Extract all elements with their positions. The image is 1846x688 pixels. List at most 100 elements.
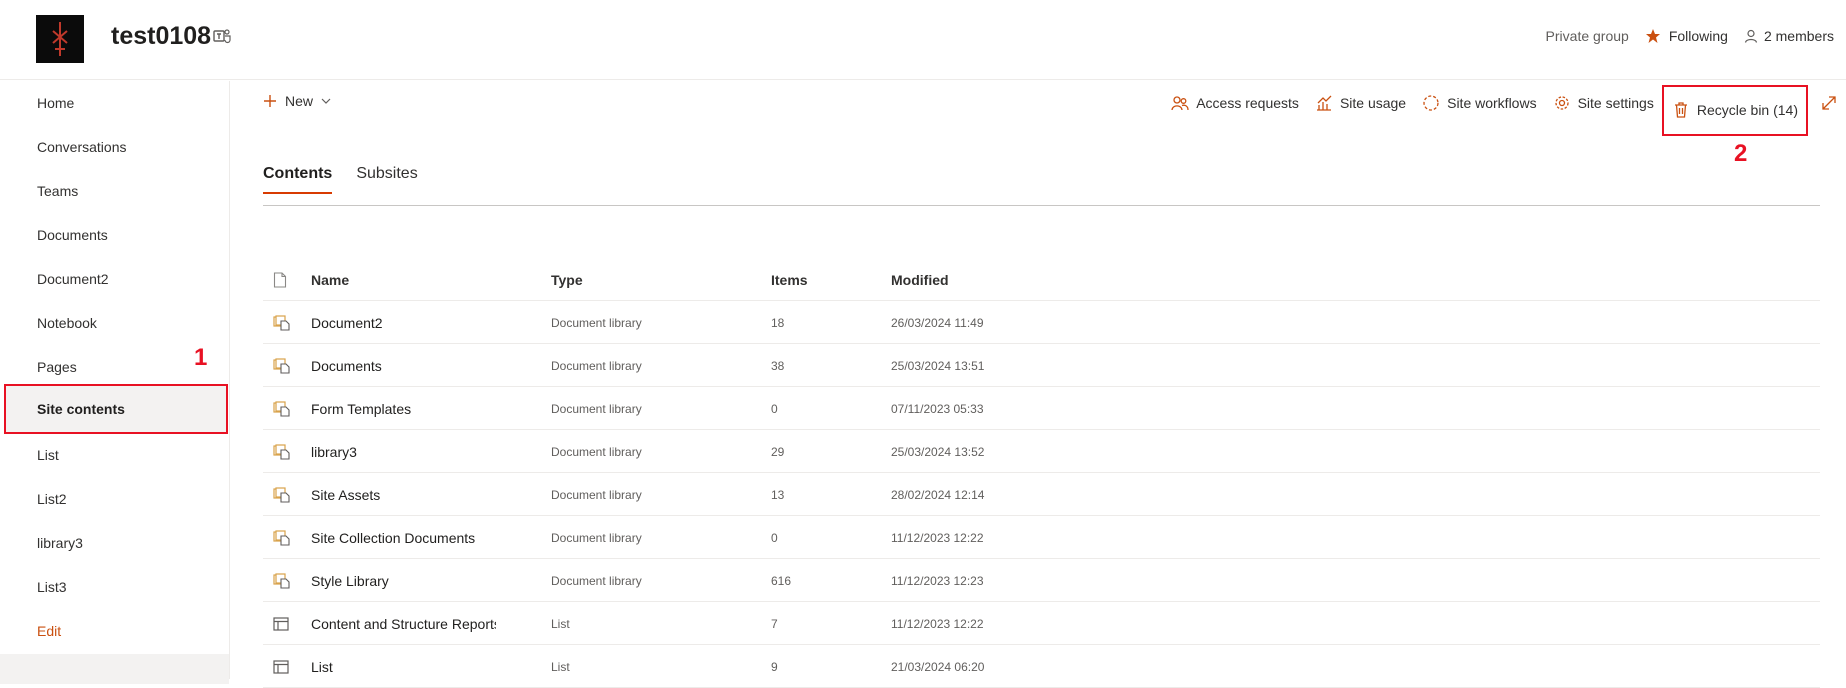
- row-name-link[interactable]: Form Templates: [311, 387, 496, 430]
- row-modified: 21/03/2024 06:20: [891, 659, 985, 674]
- row-name-link[interactable]: Site Collection Documents: [311, 516, 496, 559]
- table-row[interactable]: Documents Document library 38 25/03/2024 13…: [263, 344, 1820, 387]
- row-modified: 11/12/2023 12:22: [891, 616, 984, 631]
- expand-icon: [1822, 96, 1836, 110]
- chart-icon: [1316, 95, 1332, 111]
- row-modified: 07/11/2023 05:33: [891, 401, 984, 416]
- command-bar: New Access requests Site usage Site work…: [231, 81, 1846, 136]
- nav-item-library3[interactable]: library3: [4, 521, 228, 565]
- site-usage-button[interactable]: Site usage: [1315, 81, 1406, 125]
- table-row[interactable]: List List 9 21/03/2024 06:20: [263, 645, 1820, 688]
- person-icon: [1744, 29, 1758, 43]
- row-items: 616: [771, 573, 792, 588]
- table-row[interactable]: Style Library Document library 616 11/12/20…: [263, 559, 1820, 602]
- row-items: 9: [771, 659, 778, 674]
- table-row[interactable]: library3 Document library 29 25/03/2024 13:…: [263, 430, 1820, 473]
- tab-subsites[interactable]: Subsites: [356, 165, 417, 194]
- row-type: Document library: [551, 487, 642, 502]
- library-icon: [273, 430, 293, 473]
- table-header: Name Type Items Modified: [263, 258, 1820, 301]
- row-modified: 28/02/2024 12:14: [891, 487, 985, 502]
- row-name-link[interactable]: Document2: [311, 301, 496, 344]
- row-name-link[interactable]: Site Assets: [311, 473, 496, 516]
- star-icon: [1645, 29, 1660, 43]
- row-type: Document library: [551, 573, 642, 588]
- recycle-bin-label: Recycle bin (14): [1696, 102, 1798, 118]
- left-navigation: Home Conversations Teams Documents Docum…: [0, 81, 230, 684]
- members-label: 2 members: [1763, 28, 1834, 44]
- row-items: 38: [771, 358, 785, 373]
- nav-item-teams[interactable]: Teams: [4, 169, 228, 213]
- nav-item-conversations[interactable]: Conversations: [4, 125, 228, 169]
- nav-item-list2[interactable]: List2: [4, 477, 228, 521]
- site-usage-label: Site usage: [1339, 95, 1407, 111]
- row-items: 29: [771, 444, 785, 459]
- expand-button[interactable]: [1820, 81, 1838, 125]
- library-icon: [273, 559, 293, 602]
- row-type: Document library: [551, 530, 642, 545]
- privacy-label: Private group: [1545, 28, 1629, 44]
- gear-icon: [1554, 96, 1569, 110]
- site-title[interactable]: test0108: [111, 22, 211, 51]
- library-icon: [273, 387, 293, 430]
- row-modified: 25/03/2024 13:52: [891, 444, 985, 459]
- site-workflows-label: Site workflows: [1447, 95, 1537, 111]
- row-type: Document library: [551, 444, 642, 459]
- members-button[interactable]: 2 members: [1744, 28, 1834, 44]
- nav-item-home[interactable]: Home: [4, 81, 228, 125]
- row-type: List: [551, 659, 570, 674]
- row-type: Document library: [551, 315, 642, 330]
- access-requests-button[interactable]: Access requests: [1171, 81, 1299, 125]
- row-items: 7: [771, 616, 778, 631]
- nav-item-documents[interactable]: Documents: [4, 213, 228, 257]
- row-items: 0: [771, 530, 778, 545]
- row-modified: 25/03/2024 13:51: [891, 358, 985, 373]
- table-row[interactable]: Content and Structure Reports List 7 11/12/…: [263, 602, 1820, 645]
- following-button[interactable]: Following: [1645, 28, 1728, 44]
- site-settings-button[interactable]: Site settings: [1553, 81, 1654, 125]
- tabs-divider: [263, 205, 1820, 206]
- library-icon: [273, 473, 293, 516]
- row-items: 18: [771, 315, 785, 330]
- row-type: Document library: [551, 358, 642, 373]
- row-name-link[interactable]: Style Library: [311, 559, 496, 602]
- new-label: New: [285, 93, 314, 109]
- row-name-link[interactable]: List: [311, 645, 496, 688]
- header-items[interactable]: Items: [771, 258, 871, 301]
- teams-icon[interactable]: [213, 28, 231, 44]
- table-row[interactable]: Document2 Document library 18 26/03/2024 11…: [263, 301, 1820, 344]
- header-type[interactable]: Type: [551, 258, 751, 301]
- nav-item-site-contents[interactable]: Site contents: [4, 384, 228, 434]
- nav-item-notebook[interactable]: Notebook: [4, 301, 228, 345]
- nav-footer: [0, 654, 229, 684]
- row-name-link[interactable]: Content and Structure Reports: [311, 602, 496, 645]
- document-icon: [273, 271, 287, 288]
- site-logo[interactable]: [36, 15, 84, 63]
- nav-item-list3[interactable]: List3: [4, 565, 228, 609]
- workflow-icon: [1423, 95, 1439, 111]
- header-file-type-column[interactable]: [273, 258, 293, 301]
- table-row[interactable]: Site Collection Documents Document librar…: [263, 516, 1820, 559]
- nav-item-list[interactable]: List: [4, 433, 228, 477]
- access-requests-label: Access requests: [1196, 95, 1299, 111]
- tab-contents[interactable]: Contents: [263, 165, 333, 194]
- header-name[interactable]: Name: [311, 258, 496, 301]
- row-modified: 11/12/2023 12:22: [891, 530, 984, 545]
- following-label: Following: [1668, 28, 1728, 44]
- table-row[interactable]: Site Assets Document library 13 28/02/2024 …: [263, 473, 1820, 516]
- list-icon: [273, 602, 293, 645]
- plus-icon: [264, 95, 276, 107]
- site-workflows-button[interactable]: Site workflows: [1422, 81, 1537, 125]
- nav-item-document2[interactable]: Document2: [4, 257, 228, 301]
- library-icon: [273, 344, 293, 387]
- new-button[interactable]: New: [263, 93, 331, 109]
- table-row[interactable]: Form Templates Document library 0 07/11/202…: [263, 387, 1820, 430]
- recycle-bin-button[interactable]: Recycle bin (14): [1661, 84, 1808, 136]
- row-name-link[interactable]: library3: [311, 430, 496, 473]
- library-icon: [273, 301, 293, 344]
- annotation-2: 2: [1734, 140, 1748, 167]
- header-modified[interactable]: Modified: [891, 258, 1091, 301]
- nav-edit-link[interactable]: Edit: [4, 609, 228, 653]
- people-icon: [1171, 96, 1189, 111]
- row-name-link[interactable]: Documents: [311, 344, 496, 387]
